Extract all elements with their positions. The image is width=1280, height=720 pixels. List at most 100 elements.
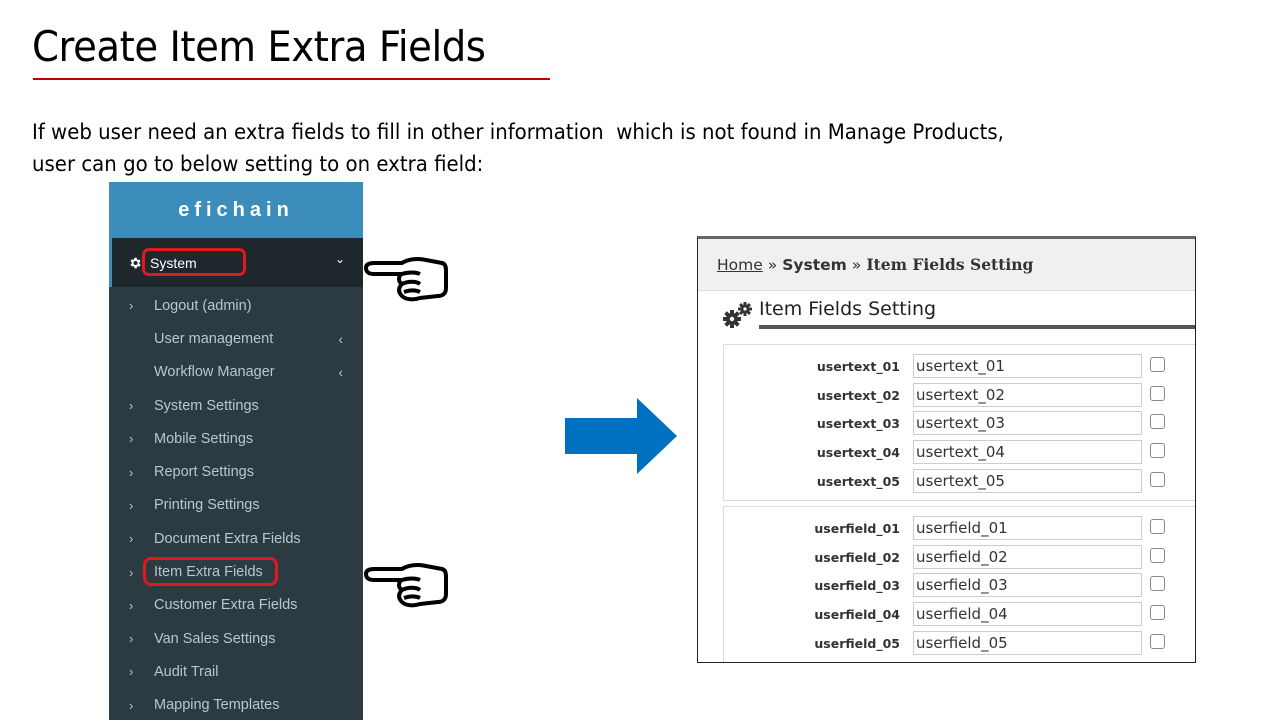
sidebar-item-label: User management xyxy=(154,330,274,347)
enable-checkbox[interactable] xyxy=(1150,414,1165,430)
breadcrumb: Home » System » Item Fields Setting xyxy=(698,239,1195,291)
field-name-input[interactable] xyxy=(913,602,1142,627)
sidebar-item-label: Mobile Settings xyxy=(154,430,254,447)
sidebar-item-report-settings[interactable]: › Report Settings xyxy=(109,455,363,488)
enable-checkbox[interactable] xyxy=(1150,443,1165,459)
sidebar-item-label: Audit Trail xyxy=(154,663,219,680)
userfield-row: userfield_04 xyxy=(724,602,1195,628)
sidebar-item-mapping-templates[interactable]: › Mapping Templates xyxy=(109,689,363,720)
sidebar-item-audit-trail[interactable]: › Audit Trail xyxy=(109,655,363,688)
page-header: Item Fields Setting xyxy=(698,291,1195,331)
gears-icon xyxy=(723,302,752,328)
sidebar-item-mobile-settings[interactable]: › Mobile Settings xyxy=(109,422,363,455)
sidebar-item-label: Van Sales Settings xyxy=(154,630,276,647)
field-name-input[interactable] xyxy=(913,573,1142,598)
breadcrumb-system: System xyxy=(782,255,847,274)
sidebar-item-printing-settings[interactable]: › Printing Settings xyxy=(109,489,363,522)
enable-checkbox[interactable] xyxy=(1150,471,1165,487)
usertext-row: usertext_03 xyxy=(724,411,1195,437)
enable-checkbox[interactable] xyxy=(1150,385,1165,401)
field-name-input[interactable] xyxy=(913,544,1142,569)
sidebar-item-label: Logout (admin) xyxy=(154,297,252,314)
gear-icon xyxy=(130,257,141,268)
field-label: usertext_04 xyxy=(816,445,900,461)
page-title: Item Fields Setting xyxy=(759,298,937,320)
sidebar: efichain System ⌄ › Logout (admin) User ma… xyxy=(109,182,363,720)
chevron-right-icon: › xyxy=(129,664,134,680)
chevron-right-icon: › xyxy=(129,298,134,314)
intro-line-2: user can go to below setting to on extra… xyxy=(32,152,484,176)
enable-checkbox[interactable] xyxy=(1150,357,1165,372)
sidebar-item-van-sales-settings[interactable]: › Van Sales Settings xyxy=(109,622,363,655)
slide-title: Create Item Extra Fields xyxy=(32,22,486,71)
chevron-right-icon: › xyxy=(129,597,134,613)
enable-checkbox[interactable] xyxy=(1150,519,1165,534)
chevron-right-icon: › xyxy=(129,631,134,647)
highlight-circle xyxy=(143,557,278,587)
field-label: usertext_01 xyxy=(816,359,900,374)
sidebar-item-item-extra-fields[interactable]: › Item Extra Fields xyxy=(109,555,363,588)
chevron-right-icon: › xyxy=(129,431,134,447)
chevron-right-icon: › xyxy=(129,398,134,414)
userfield-row: userfield_02 xyxy=(724,544,1195,571)
field-label: usertext_03 xyxy=(816,416,900,432)
chevron-right-icon: › xyxy=(129,464,134,480)
userfield-row: userfield_03 xyxy=(724,573,1195,599)
field-label: userfield_05 xyxy=(814,635,900,651)
chevron-left-icon: ‹ xyxy=(338,330,343,347)
enable-checkbox[interactable] xyxy=(1150,633,1165,649)
field-name-input[interactable] xyxy=(913,354,1142,378)
sidebar-item-label: Report Settings xyxy=(154,464,254,481)
field-label: userfield_02 xyxy=(814,549,900,565)
intro-line-1: If web user need an extra fields to fill… xyxy=(32,120,1004,144)
field-name-input[interactable] xyxy=(913,411,1142,436)
field-label: userfield_01 xyxy=(814,521,900,536)
usertext-fieldset: usertext_01 usertext_02 usertext_03usertex… xyxy=(723,344,1195,501)
chevron-right-icon: › xyxy=(129,531,134,547)
title-underline xyxy=(33,78,550,80)
breadcrumb-separator: » xyxy=(767,255,778,274)
intro-text: If web user need an extra fields to fill… xyxy=(32,116,1066,180)
field-label: usertext_02 xyxy=(816,387,900,403)
field-label: usertext_05 xyxy=(816,473,900,489)
usertext-row: usertext_05 xyxy=(724,468,1195,495)
sidebar-item-user-management[interactable]: User management ‹ xyxy=(109,322,363,355)
field-name-input[interactable] xyxy=(913,516,1142,540)
sidebar-item-customer-extra-fields[interactable]: › Customer Extra Fields xyxy=(109,589,363,622)
field-label: userfield_04 xyxy=(814,607,900,623)
breadcrumb-current: Item Fields Setting xyxy=(866,255,1034,274)
sidebar-item-workflow-manager[interactable]: Workflow Manager ‹ xyxy=(109,356,363,389)
breadcrumb-separator: » xyxy=(851,255,862,274)
chevron-left-icon: ‹ xyxy=(338,364,343,381)
field-name-input[interactable] xyxy=(913,630,1142,655)
enable-checkbox[interactable] xyxy=(1150,576,1165,592)
enable-checkbox[interactable] xyxy=(1150,547,1165,563)
field-name-input[interactable] xyxy=(913,440,1142,465)
usertext-row: usertext_02 xyxy=(724,382,1195,409)
chevron-right-icon: › xyxy=(129,497,134,513)
sidebar-item-logout-admin[interactable]: › Logout (admin) xyxy=(109,289,363,322)
sidebar-item-system[interactable]: System ⌄ xyxy=(109,238,363,287)
brand-logo[interactable]: efichain xyxy=(109,182,363,238)
pointing-hand-icon xyxy=(363,257,448,302)
userfield-fieldset: userfield_01 userfield_02 userfield_03user… xyxy=(723,506,1195,662)
sidebar-item-label: Workflow Manager xyxy=(154,364,275,381)
sidebar-item-system-settings[interactable]: › System Settings xyxy=(109,389,363,422)
sidebar-item-label: System Settings xyxy=(154,397,259,414)
right-arrow-icon xyxy=(565,398,677,474)
highlight-circle xyxy=(142,248,246,276)
sidebar-item-document-extra-fields[interactable]: › Document Extra Fields xyxy=(109,522,363,555)
title-rule xyxy=(759,325,1195,329)
chevron-down-icon: ⌄ xyxy=(334,252,345,266)
usertext-row: usertext_04 xyxy=(724,440,1195,466)
sidebar-item-label: Document Extra Fields xyxy=(154,530,301,547)
field-name-input[interactable] xyxy=(913,382,1142,407)
field-label: userfield_03 xyxy=(814,578,900,594)
field-name-input[interactable] xyxy=(913,468,1142,493)
userfield-row: userfield_01 xyxy=(724,516,1195,542)
breadcrumb-home-link[interactable]: Home xyxy=(717,256,763,274)
enable-checkbox[interactable] xyxy=(1150,605,1165,621)
pointing-hand-icon xyxy=(363,563,448,608)
sidebar-submenu: › Logout (admin) User management ‹ Workflow … xyxy=(109,287,363,720)
usertext-row: usertext_01 xyxy=(724,354,1195,380)
